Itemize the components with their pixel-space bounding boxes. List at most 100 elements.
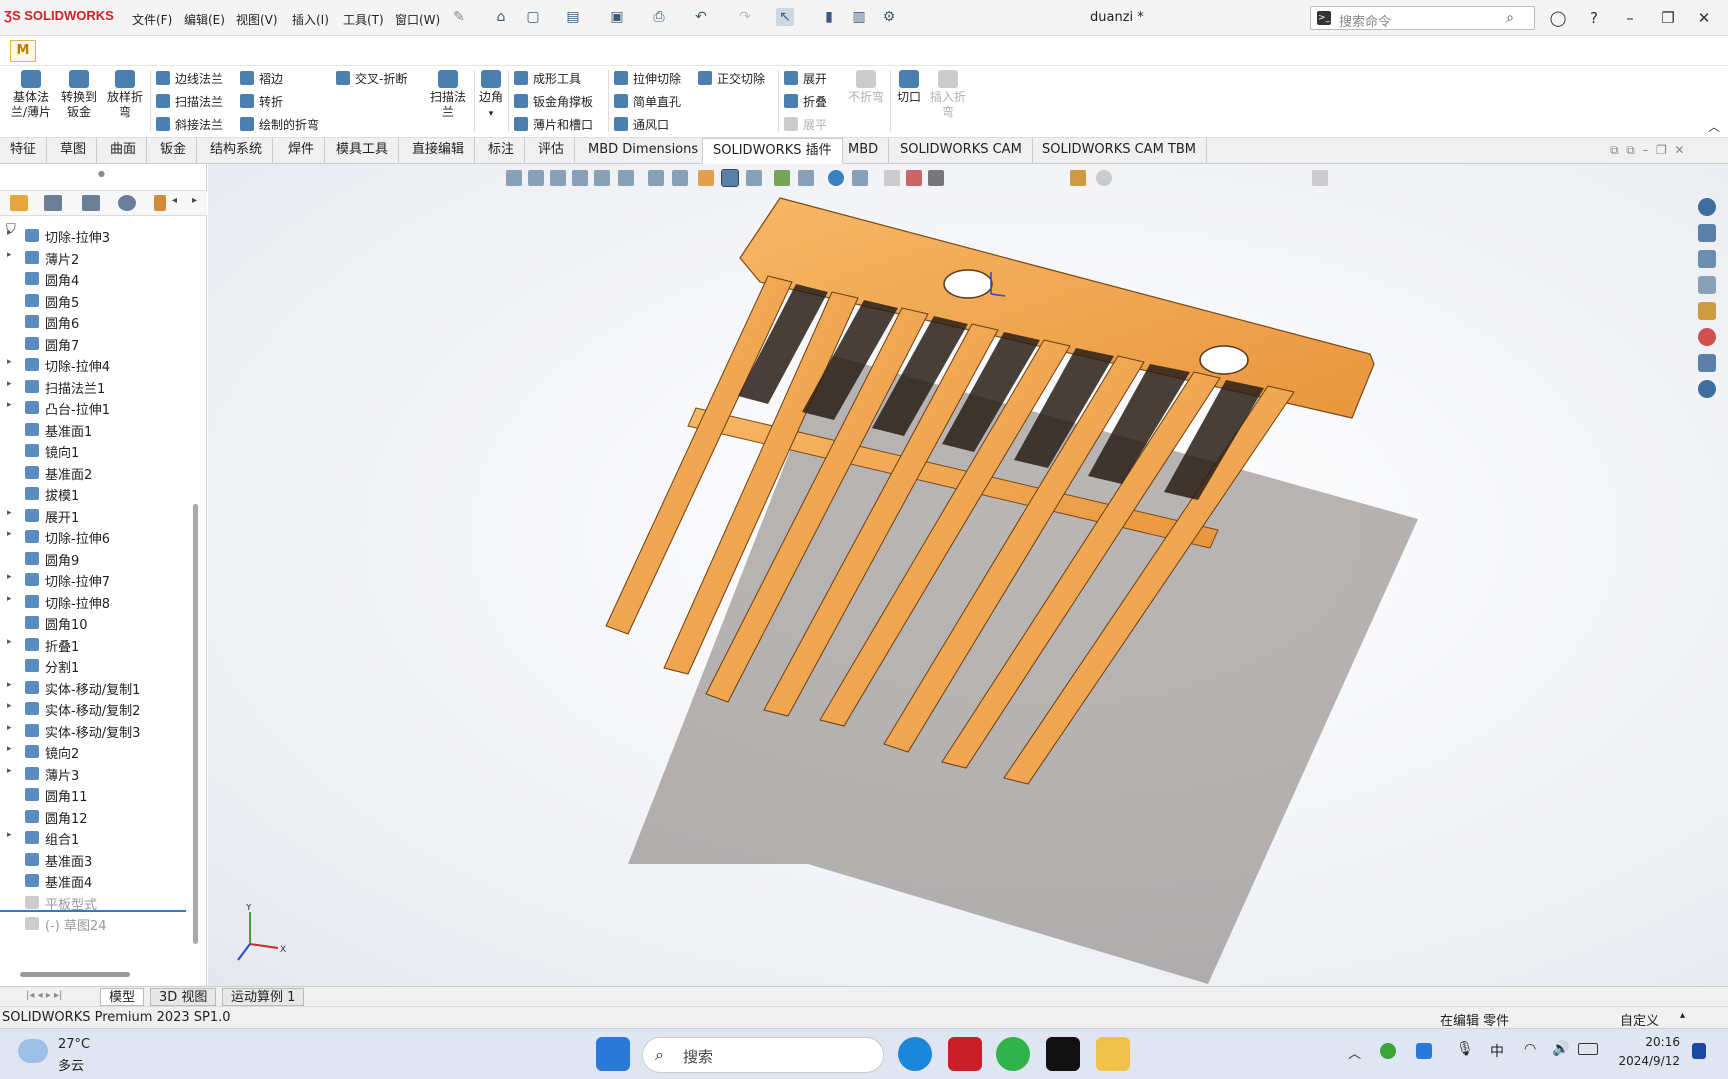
redo-icon[interactable]: ↷ (736, 8, 754, 26)
tab-mold-tools[interactable]: 模具工具 (326, 138, 400, 164)
expand-arrow-icon[interactable]: ▸ (7, 572, 12, 582)
traffic-light-icon[interactable]: ▮ (820, 8, 838, 26)
tree-item[interactable]: ▸ 组合1 (0, 828, 190, 848)
wechat-icon[interactable] (996, 1037, 1030, 1071)
tray-cloud-icon[interactable] (1416, 1043, 1432, 1059)
user-account-icon[interactable]: ◯ (1548, 9, 1568, 27)
tab-sketch[interactable]: 草图 (50, 138, 98, 164)
dimxpert-icon[interactable] (118, 195, 136, 211)
print-icon[interactable]: ⎙ (650, 8, 668, 26)
base-flange-button[interactable]: 基体法 兰/薄片 (8, 70, 54, 120)
windows-start-icon[interactable] (596, 1037, 630, 1071)
expand-arrow-icon[interactable]: ▸ (7, 766, 12, 776)
rip-button[interactable]: 切口 (894, 70, 924, 105)
sketched-bend-button[interactable]: 绘制的折弯 (240, 116, 319, 133)
expand-arrow-icon[interactable]: ▸ (7, 680, 12, 690)
menu-view[interactable]: 视图(V) (236, 11, 278, 28)
weather-icon[interactable] (18, 1039, 48, 1063)
expand-arrow-icon[interactable]: ▸ (7, 379, 12, 389)
jog-button[interactable]: 转折 (240, 93, 283, 110)
gusset-button[interactable]: 钣金角撑板 (514, 93, 593, 110)
menu-insert[interactable]: 插入(I) (292, 11, 329, 28)
expand-arrow-icon[interactable]: ▸ (7, 357, 12, 367)
ime-indicator[interactable]: 中 (1490, 1041, 1504, 1061)
tree-item[interactable]: 圆角11 (0, 785, 190, 805)
chevron-right-icon[interactable]: ▸ (192, 195, 197, 206)
file-properties-icon[interactable]: ▥ (850, 8, 868, 26)
help-icon[interactable]: ? (1584, 9, 1604, 27)
tree-item[interactable]: 圆角6 (0, 312, 190, 332)
search-commands[interactable]: >_ 搜索命令 ⌕ (1310, 6, 1535, 30)
tree-item[interactable]: ▸ 薄片2 (0, 248, 190, 268)
close-button[interactable]: ✕ (1694, 9, 1714, 27)
hem-button[interactable]: 褶边 (240, 70, 283, 87)
tree-item[interactable]: ▸ 切除-拉伸3 (0, 226, 190, 246)
tab-structure-system[interactable]: 结构系统 (200, 138, 274, 164)
tray-app-icon[interactable] (1380, 1043, 1396, 1059)
tree-item[interactable]: ▸ 扫描法兰1 (0, 377, 190, 397)
normal-cut-button[interactable]: 正交切除 (698, 70, 765, 87)
convert-to-sheetmetal-button[interactable]: 转换到 钣金 (58, 70, 100, 120)
tree-item[interactable]: 圆角9 (0, 549, 190, 569)
notification-bell-icon[interactable] (1692, 1043, 1706, 1059)
unit-system[interactable]: 自定义 (1620, 1010, 1659, 1029)
select-icon[interactable]: ↖ (776, 8, 794, 26)
expand-arrow-icon[interactable]: ▸ (7, 723, 12, 733)
tree-item[interactable]: 分割1 (0, 656, 190, 676)
tab-weldments[interactable]: 焊件 (278, 138, 326, 164)
edge-flange-button[interactable]: 边线法兰 (156, 70, 223, 87)
property-manager-icon[interactable] (44, 195, 62, 211)
tree-item[interactable]: (-) 草图24 (0, 914, 190, 934)
miter-flange-button[interactable]: 斜接法兰 (156, 116, 223, 133)
insert-bends-button[interactable]: 插入折 弯 (928, 70, 968, 120)
tree-item[interactable]: 圆角12 (0, 807, 190, 827)
tab-solidworks-cam[interactable]: SOLIDWORKS CAM (890, 138, 1033, 164)
menu-tools[interactable]: 工具(T) (343, 11, 384, 28)
vent-button[interactable]: 通风口 (614, 116, 669, 133)
forming-tool-button[interactable]: 成形工具 (514, 70, 581, 87)
tab-features[interactable]: 特征 (0, 138, 48, 164)
tree-item[interactable]: 圆角4 (0, 269, 190, 289)
solidworks-app-icon[interactable] (948, 1037, 982, 1071)
units-dropdown-icon[interactable]: ▴ (1680, 1010, 1685, 1021)
tab-3d-view[interactable]: 3D 视图 (150, 988, 217, 1006)
tray-chevron-icon[interactable]: ︿ (1348, 1043, 1361, 1062)
weather-temp[interactable]: 27°C (58, 1037, 90, 1052)
tree-item[interactable]: 基准面1 (0, 420, 190, 440)
tab-markup[interactable]: 标注 (478, 138, 526, 164)
part-model[interactable] (208, 164, 1728, 986)
lofted-bend-button[interactable]: 放样折 弯 (104, 70, 146, 120)
panel-splitter-dot[interactable]: ● (98, 169, 105, 178)
expand-arrow-icon[interactable]: ▸ (7, 400, 12, 410)
tab-solidworks-cam-tbm[interactable]: SOLIDWORKS CAM TBM (1032, 138, 1207, 164)
corners-button[interactable]: 边角 ▾ (478, 70, 504, 122)
restore-button[interactable]: ❐ (1658, 9, 1678, 27)
battery-icon[interactable] (1578, 1043, 1598, 1055)
tree-item[interactable]: ▸ 切除-拉伸8 (0, 592, 190, 612)
corners-dropdown-icon[interactable]: ▾ (489, 109, 494, 119)
tree-item[interactable]: 拔模1 (0, 484, 190, 504)
extruded-cut-button[interactable]: 拉伸切除 (614, 70, 681, 87)
taskbar-search[interactable]: ⌕ 搜索 (642, 1037, 884, 1073)
expand-arrow-icon[interactable]: ▸ (7, 529, 12, 539)
tab-surfaces[interactable]: 曲面 (100, 138, 148, 164)
display-manager-icon[interactable] (154, 195, 166, 211)
tree-item[interactable]: ▸ 切除-拉伸7 (0, 570, 190, 590)
tree-item[interactable]: 基准面4 (0, 871, 190, 891)
tree-item[interactable]: ▸ 实体-移动/复制2 (0, 699, 190, 719)
tree-item[interactable]: ▸ 切除-拉伸4 (0, 355, 190, 375)
tab-sheet-metal[interactable]: 钣金 (150, 138, 198, 164)
menu-window[interactable]: 窗口(W) (395, 11, 440, 28)
search-icon[interactable]: ⌕ (1506, 10, 1514, 26)
expand-arrow-icon[interactable]: ▸ (7, 830, 12, 840)
flatten-button[interactable]: 展平 (784, 116, 827, 133)
tree-item[interactable]: ▸ 镜向2 (0, 742, 190, 762)
tree-item[interactable]: 圆角5 (0, 291, 190, 311)
simple-hole-button[interactable]: 简单直孔 (614, 93, 681, 110)
no-bends-button[interactable]: 不折弯 (846, 70, 886, 105)
tab-evaluate[interactable]: 评估 (528, 138, 576, 164)
tree-item[interactable]: 圆角10 (0, 613, 190, 633)
tree-item[interactable]: 圆角7 (0, 334, 190, 354)
tree-item[interactable]: ▸ 切除-拉伸6 (0, 527, 190, 547)
clock-time[interactable]: 20:16 (1640, 1035, 1680, 1049)
